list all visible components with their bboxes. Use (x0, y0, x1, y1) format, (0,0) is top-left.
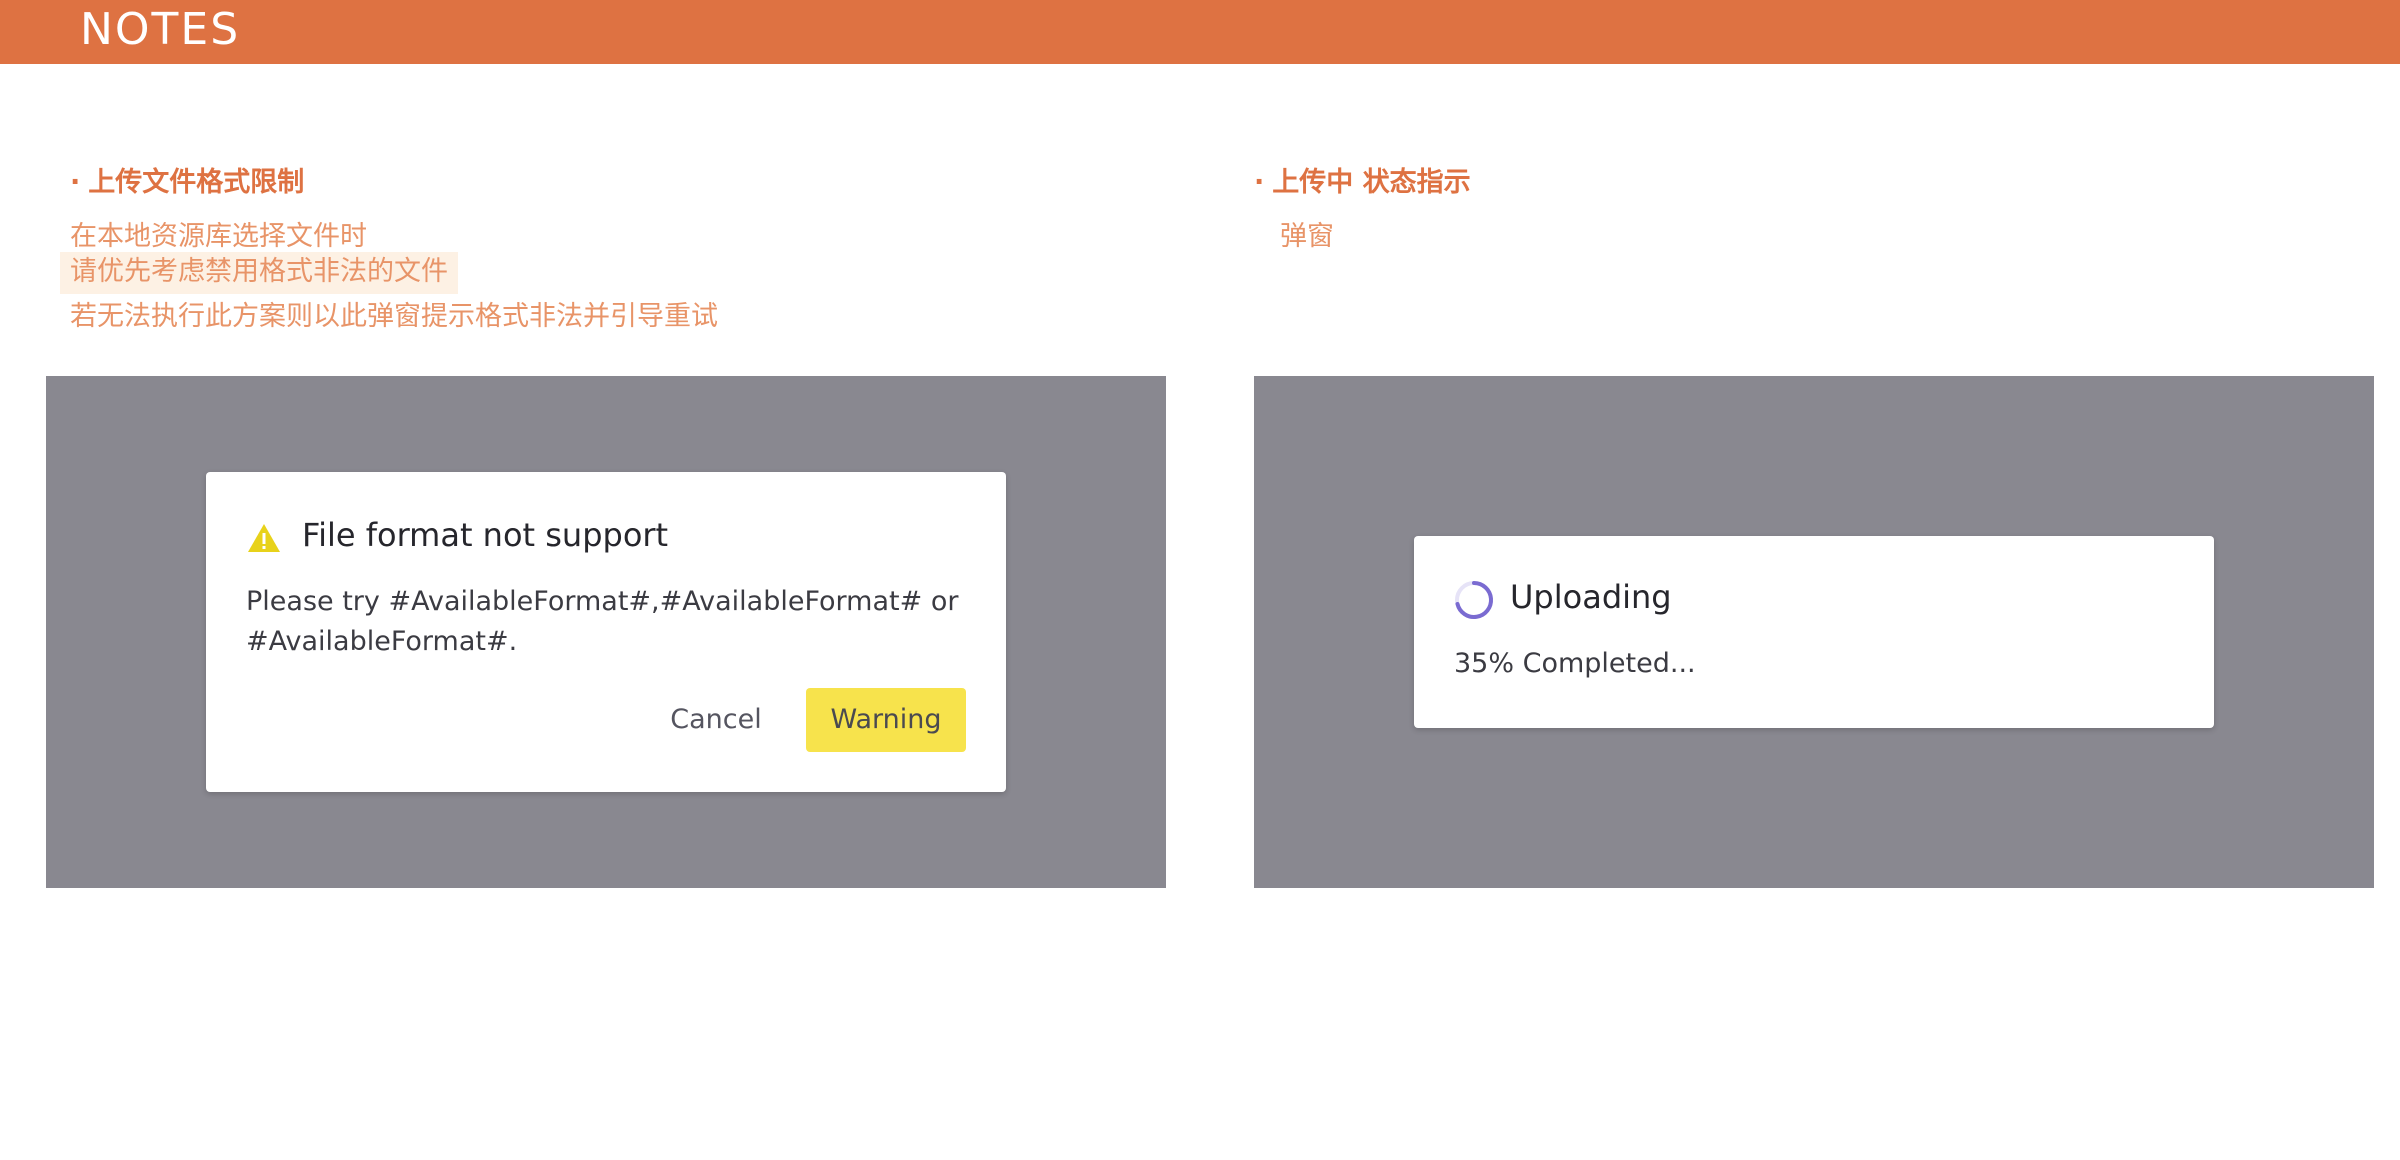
dialog-message-line: Please try #AvailableFormat#,#AvailableF… (246, 586, 959, 617)
page-title: NOTES (80, 4, 241, 55)
warning-triangle-icon (248, 524, 280, 552)
header-bar: NOTES (0, 0, 2400, 64)
upload-progress-text: 35% Completed... (1454, 648, 1696, 679)
dialog-title: Uploading (1510, 578, 1672, 616)
note-line-highlighted: 请优先考虑禁用格式非法的文件 (60, 252, 458, 294)
bullet-dot: · (1254, 167, 1265, 198)
loading-spinner-icon (1455, 581, 1494, 619)
cancel-button[interactable]: Cancel (656, 688, 776, 752)
note-line: 弹窗 (1280, 221, 1334, 252)
uploading-dialog: Uploading 35% Completed... (1414, 536, 2214, 728)
format-error-dialog: File format not support Please try #Avai… (206, 472, 1006, 792)
note-title-text: 上传文件格式限制 (88, 167, 305, 198)
modal-overlay-upload: Uploading 35% Completed... (1254, 376, 2374, 888)
note-line: 在本地资源库选择文件时 (70, 221, 367, 252)
dialog-message: Please try #AvailableFormat#,#AvailableF… (246, 582, 958, 662)
note-title-format-restriction: · 上传文件格式限制 (70, 160, 304, 199)
note-title-text: 上传中 状态指示 (1272, 167, 1471, 198)
note-line: 若无法执行此方案则以此弹窗提示格式非法并引导重试 (70, 301, 718, 332)
dialog-message-line: #AvailableFormat#. (246, 626, 518, 657)
bullet-dot: · (70, 167, 81, 198)
dialog-title: File format not support (302, 516, 669, 554)
warning-button[interactable]: Warning (806, 688, 966, 752)
note-title-upload-status: · 上传中 状态指示 (1254, 160, 1471, 199)
modal-overlay-format: File format not support Please try #Avai… (46, 376, 1166, 888)
